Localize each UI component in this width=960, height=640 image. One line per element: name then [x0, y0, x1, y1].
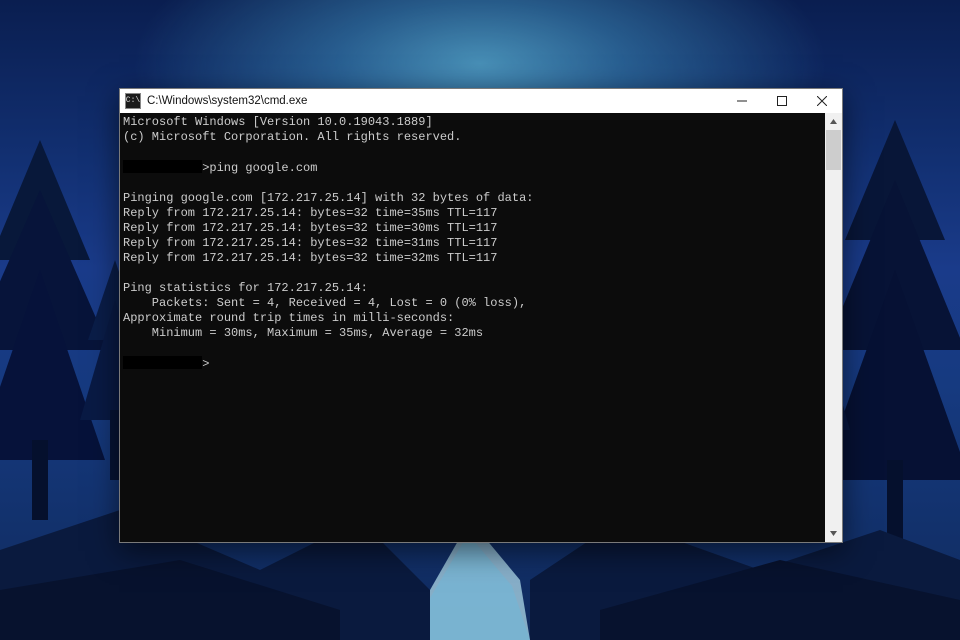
- cmd-window: C:\ C:\Windows\system32\cmd.exe Microsof…: [119, 88, 843, 543]
- vertical-scrollbar[interactable]: [825, 113, 842, 542]
- stats-rtt-header: Approximate round trip times in milli-se…: [123, 311, 454, 325]
- stats-rtt-values: Minimum = 30ms, Maximum = 35ms, Average …: [123, 326, 483, 340]
- stats-packets: Packets: Sent = 4, Received = 4, Lost = …: [123, 296, 526, 310]
- terminal-output[interactable]: Microsoft Windows [Version 10.0.19043.18…: [120, 113, 825, 542]
- scroll-down-button[interactable]: [825, 525, 842, 542]
- reply-1: Reply from 172.217.25.14: bytes=32 time=…: [123, 206, 497, 220]
- maximize-button[interactable]: [762, 89, 802, 113]
- stats-header: Ping statistics for 172.217.25.14:: [123, 281, 368, 295]
- prompt-2: >: [202, 357, 209, 371]
- redacted-path-2: [123, 356, 202, 369]
- close-button[interactable]: [802, 89, 842, 113]
- reply-2: Reply from 172.217.25.14: bytes=32 time=…: [123, 221, 497, 235]
- titlebar[interactable]: C:\ C:\Windows\system32\cmd.exe: [120, 89, 842, 113]
- app-icon-label: C:\: [126, 97, 140, 105]
- redacted-path-1: [123, 160, 202, 173]
- copyright-line: (c) Microsoft Corporation. All rights re…: [123, 130, 461, 144]
- reply-4: Reply from 172.217.25.14: bytes=32 time=…: [123, 251, 497, 265]
- minimize-button[interactable]: [722, 89, 762, 113]
- window-title: C:\Windows\system32\cmd.exe: [147, 95, 307, 107]
- version-line: Microsoft Windows [Version 10.0.19043.18…: [123, 115, 433, 129]
- pinging-line: Pinging google.com [172.217.25.14] with …: [123, 191, 533, 205]
- client-area: Microsoft Windows [Version 10.0.19043.18…: [120, 113, 842, 542]
- reply-3: Reply from 172.217.25.14: bytes=32 time=…: [123, 236, 497, 250]
- scrollbar-thumb[interactable]: [826, 130, 841, 170]
- scroll-up-button[interactable]: [825, 113, 842, 130]
- app-icon: C:\: [125, 93, 141, 109]
- prompt-1: >ping google.com: [202, 161, 317, 175]
